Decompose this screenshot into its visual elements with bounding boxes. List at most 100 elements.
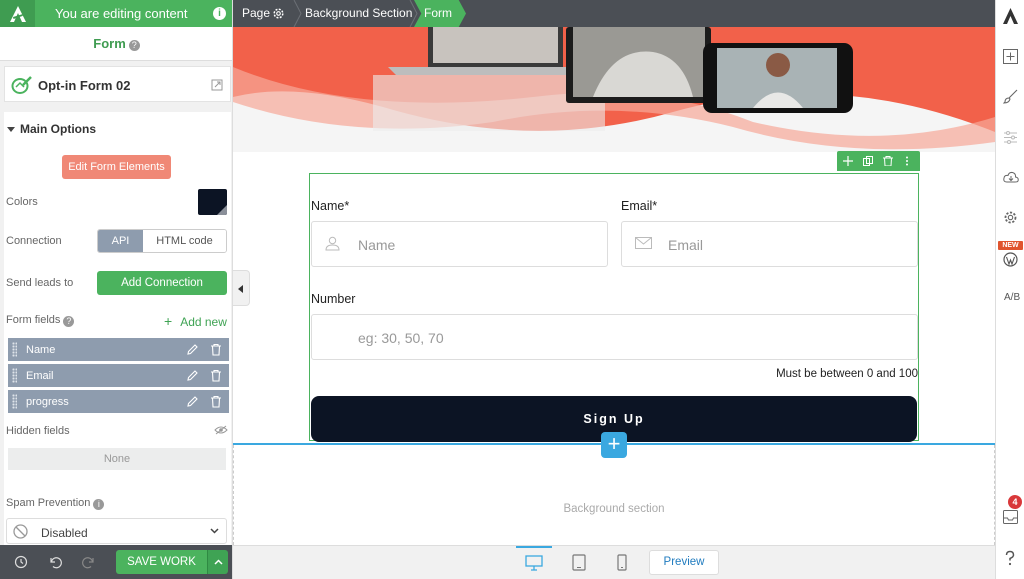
email-field[interactable]: Email [621, 221, 918, 267]
field-name: Name [26, 344, 56, 356]
field-name: Email [26, 370, 54, 382]
redo-icon[interactable] [82, 555, 96, 569]
save-work-button[interactable]: SAVE WORK [116, 550, 207, 574]
brush-icon[interactable] [1003, 89, 1018, 104]
hero-devices-illustration [233, 27, 995, 152]
number-placeholder: eg: 30, 50, 70 [358, 330, 444, 346]
chevron-down-icon [210, 528, 219, 534]
add-new-label: Add new [180, 315, 227, 329]
connection-api-option[interactable]: API [98, 230, 143, 252]
form-field-row[interactable]: Email [8, 364, 229, 387]
send-leads-label: Send leads to [6, 277, 74, 289]
colors-label: Colors [6, 196, 38, 208]
gear-icon[interactable] [272, 7, 285, 20]
right-toolbar: NEW A/B 4 [995, 0, 1024, 579]
info-icon[interactable]: i [213, 7, 226, 20]
breadcrumb: Page Background Section Form [233, 0, 995, 27]
breadcrumb-separator-icon [293, 0, 302, 27]
number-field-label: Number [311, 292, 356, 306]
move-icon[interactable] [843, 156, 853, 166]
breadcrumb-item-form[interactable]: Form [424, 6, 452, 20]
connection-html-option[interactable]: HTML code [143, 230, 226, 252]
cloud-download-icon[interactable] [1003, 171, 1019, 184]
hidden-fields-label: Hidden fields [6, 425, 70, 437]
form-fields-text: Form fields [6, 314, 61, 326]
form-field-row[interactable]: Name [8, 338, 229, 361]
plus-icon: + [164, 313, 173, 329]
background-section-label: Background section [563, 503, 665, 515]
main-options-header[interactable]: Main Options [4, 122, 96, 136]
thrive-logo-icon[interactable] [0, 0, 35, 27]
edit-form-elements-button[interactable]: Edit Form Elements [62, 155, 171, 179]
help-icon[interactable]: ? [128, 40, 140, 51]
caret-down-icon [7, 127, 15, 132]
mobile-icon [617, 554, 627, 571]
connection-toggle: API HTML code [97, 229, 227, 253]
preview-button[interactable]: Preview [649, 550, 719, 575]
template-card[interactable]: Opt-in Form 02 [4, 66, 231, 102]
info-icon[interactable]: i [93, 499, 105, 510]
notification-count-badge[interactable]: 4 [1008, 495, 1022, 509]
number-field[interactable]: eg: 30, 50, 70 [311, 314, 918, 360]
main-options-title: Main Options [20, 122, 96, 136]
connection-label: Connection [6, 235, 62, 247]
optin-form[interactable]: Name* Name Email* Email Number eg: 30, 5… [309, 173, 919, 442]
thrive-logo-icon[interactable] [1003, 8, 1018, 24]
spam-prevention-text: Spam Prevention [6, 497, 91, 509]
user-icon [325, 236, 340, 251]
background-section[interactable]: Background section [233, 445, 995, 545]
add-element-icon[interactable] [1003, 49, 1018, 64]
mobile-view-button[interactable] [604, 546, 640, 579]
number-helper-text: Must be between 0 and 100 [776, 368, 918, 380]
name-field-label: Name* [311, 199, 350, 213]
chevron-up-icon [214, 559, 223, 565]
save-options-button[interactable] [207, 550, 228, 574]
add-new-field-button[interactable]: + Add new [164, 313, 227, 329]
edit-pencil-icon[interactable] [186, 343, 199, 356]
help-icon[interactable]: ? [63, 316, 75, 327]
tablet-view-button[interactable] [561, 546, 597, 579]
name-placeholder: Name [358, 237, 396, 253]
breadcrumb-item-background-section[interactable]: Background Section [305, 6, 412, 20]
trash-icon[interactable] [210, 343, 222, 356]
spam-prevention-label: Spam Prevention i [6, 497, 105, 510]
element-toolbar [837, 151, 920, 171]
gear-icon[interactable] [1003, 210, 1018, 225]
settings-sliders-icon[interactable] [1003, 130, 1018, 145]
drag-handle-icon[interactable] [12, 394, 17, 409]
hidden-fields-value: None [8, 448, 226, 470]
inbox-icon[interactable] [1003, 510, 1018, 524]
undo-icon[interactable] [48, 555, 62, 569]
edit-pencil-icon[interactable] [186, 395, 199, 408]
drag-handle-icon[interactable] [12, 342, 17, 357]
trash-icon[interactable] [210, 369, 222, 382]
spam-prevention-value: Disabled [41, 526, 88, 540]
eye-hidden-icon[interactable] [214, 425, 228, 435]
trash-icon[interactable] [210, 395, 222, 408]
hero-image [233, 27, 995, 152]
editor-canvas: Name* Name Email* Email Number eg: 30, 5… [233, 27, 995, 545]
more-options-icon[interactable] [905, 156, 909, 166]
color-swatch[interactable] [198, 189, 227, 215]
add-connection-button[interactable]: Add Connection [97, 271, 227, 295]
desktop-icon [525, 555, 543, 571]
ab-test-icon[interactable]: A/B [1004, 292, 1020, 303]
history-icon[interactable] [14, 555, 28, 569]
editing-label: You are editing content [55, 6, 188, 21]
help-icon[interactable] [1003, 550, 1017, 566]
form-field-row[interactable]: progress [8, 390, 229, 413]
disabled-icon [13, 524, 28, 539]
add-element-button[interactable]: + [601, 432, 627, 458]
open-external-icon[interactable] [211, 79, 223, 91]
drag-handle-icon[interactable] [12, 368, 17, 383]
duplicate-icon[interactable] [863, 156, 873, 166]
spam-prevention-select[interactable]: Disabled [6, 518, 227, 544]
desktop-view-button[interactable] [516, 546, 552, 579]
collapse-panel-button[interactable] [233, 270, 250, 306]
breadcrumb-item-page[interactable]: Page [242, 6, 270, 20]
email-placeholder: Email [668, 237, 704, 253]
edit-pencil-icon[interactable] [186, 369, 199, 382]
trash-icon[interactable] [883, 156, 893, 166]
name-field[interactable]: Name [311, 221, 608, 267]
wordpress-icon[interactable] [1003, 252, 1018, 267]
